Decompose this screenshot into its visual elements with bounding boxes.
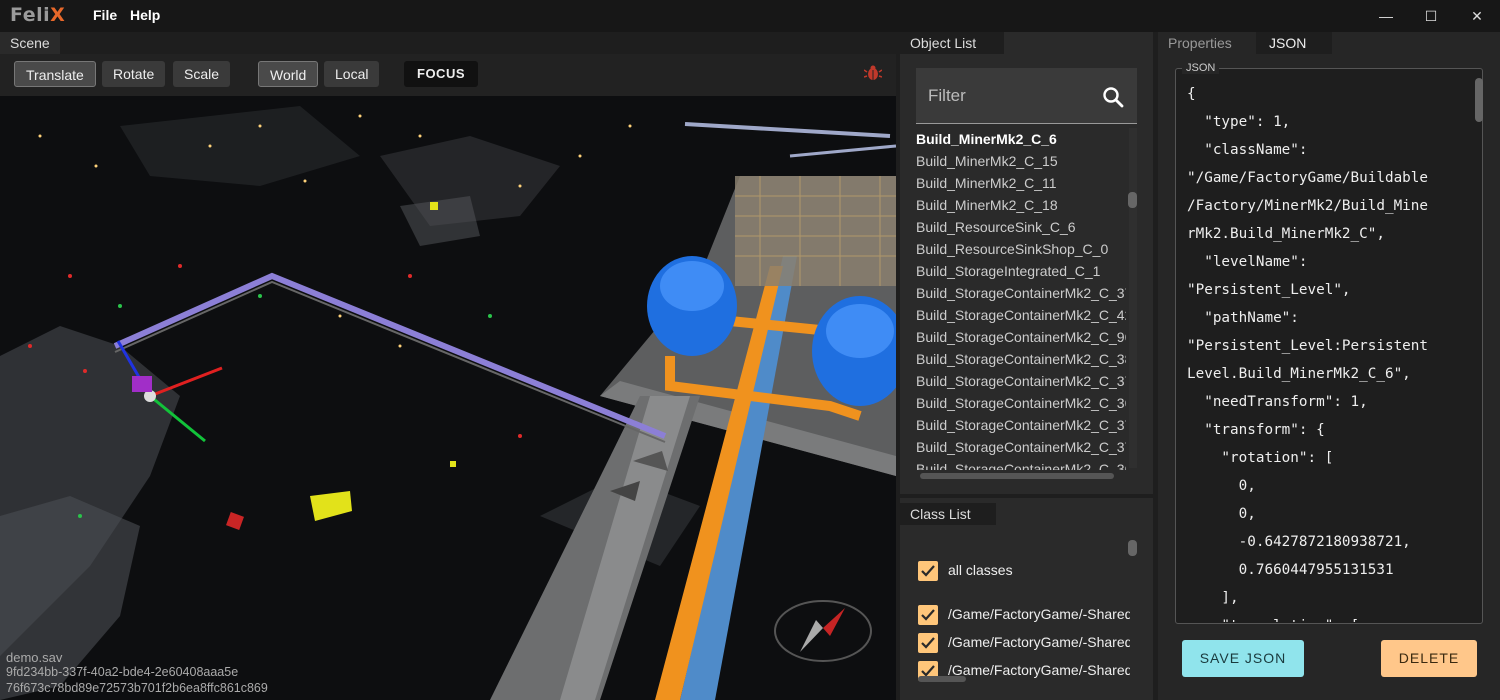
checkbox[interactable]	[918, 561, 938, 581]
check-icon	[921, 609, 935, 621]
json-legend: JSON	[1182, 62, 1220, 74]
tab-properties[interactable]: Properties	[1168, 35, 1232, 51]
delete-button[interactable]: DELETE	[1381, 640, 1477, 677]
list-item[interactable]: Build_MinerMk2_C_18	[916, 194, 1126, 216]
tab-object-list[interactable]: Object List	[900, 32, 1004, 54]
close-button[interactable]: ✕	[1467, 6, 1487, 26]
object-list-hscroll-thumb[interactable]	[920, 473, 1114, 479]
list-item[interactable]: Build_StorageContainerMk2_C_38	[916, 348, 1126, 370]
list-item[interactable]: Build_StorageContainerMk2_C_96	[916, 326, 1126, 348]
app-logo: FeliX	[10, 4, 66, 26]
checkbox[interactable]	[918, 633, 938, 653]
list-item[interactable]: Build_StorageContainerMk2_C_37	[916, 414, 1126, 436]
json-textarea[interactable]: { "type": 1, "className": "/Game/Factory…	[1187, 80, 1467, 622]
list-item[interactable]: Build_MinerMk2_C_15	[916, 150, 1126, 172]
check-icon	[921, 565, 935, 577]
save-hash: 76f673c78bd89e72573b701f2b6ea8ffc861c869	[6, 681, 268, 695]
list-item[interactable]: Build_StorageContainerMk2_C_36	[916, 458, 1126, 470]
bug-icon[interactable]	[864, 64, 882, 82]
list-item[interactable]: Build_StorageContainerMk2_C_36	[916, 392, 1126, 414]
maximize-button[interactable]: ☐	[1421, 6, 1441, 26]
list-item[interactable]: Build_StorageContainerMk2_C_37	[916, 282, 1126, 304]
check-icon	[921, 637, 935, 649]
class-label: /Game/FactoryGame/-Shared/	[948, 662, 1130, 678]
menu-file[interactable]: File	[93, 7, 117, 23]
list-item[interactable]: Build_ResourceSinkShop_C_0	[916, 238, 1126, 260]
scale-button[interactable]: Scale	[173, 61, 231, 87]
save-filename: demo.sav	[6, 650, 63, 665]
list-item[interactable]: Build_MinerMk2_C_6	[916, 128, 1126, 150]
focus-button[interactable]: FOCUS	[404, 61, 478, 87]
list-item[interactable]: Build_ResourceSink_C_6	[916, 216, 1126, 238]
search-icon[interactable]	[1102, 86, 1124, 108]
class-label: /Game/FactoryGame/-Shared/	[948, 606, 1130, 622]
title-bar	[0, 0, 1500, 32]
world-button[interactable]: World	[258, 61, 319, 87]
checkbox[interactable]	[918, 605, 938, 625]
local-button[interactable]: Local	[324, 61, 380, 87]
list-item[interactable]: Build_StorageContainerMk2_C_37	[916, 436, 1126, 458]
list-item[interactable]: Build_StorageIntegrated_C_1	[916, 260, 1126, 282]
minimize-button[interactable]: —	[1376, 6, 1396, 26]
class-label: all classes	[948, 562, 1013, 578]
save-json-button[interactable]: SAVE JSON	[1182, 640, 1304, 677]
translate-button[interactable]: Translate	[14, 61, 96, 87]
class-list-hscroll-thumb[interactable]	[918, 676, 966, 682]
list-item[interactable]: Build_StorageContainerMk2_C_42	[916, 304, 1126, 326]
class-list-scroll-thumb[interactable]	[1128, 540, 1137, 556]
class-label: /Game/FactoryGame/-Shared/	[948, 634, 1130, 650]
scene-viewport[interactable]	[0, 96, 896, 700]
tab-json[interactable]: JSON	[1256, 32, 1332, 54]
tab-scene[interactable]: Scene	[0, 32, 60, 54]
scene-render	[0, 96, 896, 700]
filter-input[interactable]: Filter	[928, 86, 966, 106]
rotate-button[interactable]: Rotate	[102, 61, 166, 87]
list-item[interactable]: Build_MinerMk2_C_11	[916, 172, 1126, 194]
tab-class-list[interactable]: Class List	[900, 503, 996, 525]
object-list: Build_MinerMk2_C_6 Build_MinerMk2_C_15 B…	[916, 128, 1126, 470]
save-id: 9fd234bb-337f-40a2-bde4-2e60408aaa5e	[6, 665, 239, 679]
json-scroll-thumb[interactable]	[1475, 78, 1483, 122]
list-item[interactable]: Build_StorageContainerMk2_C_37	[916, 370, 1126, 392]
object-list-scroll-thumb[interactable]	[1128, 192, 1137, 208]
menu-help[interactable]: Help	[130, 7, 160, 23]
object-list-scrollbar[interactable]	[1129, 128, 1137, 468]
